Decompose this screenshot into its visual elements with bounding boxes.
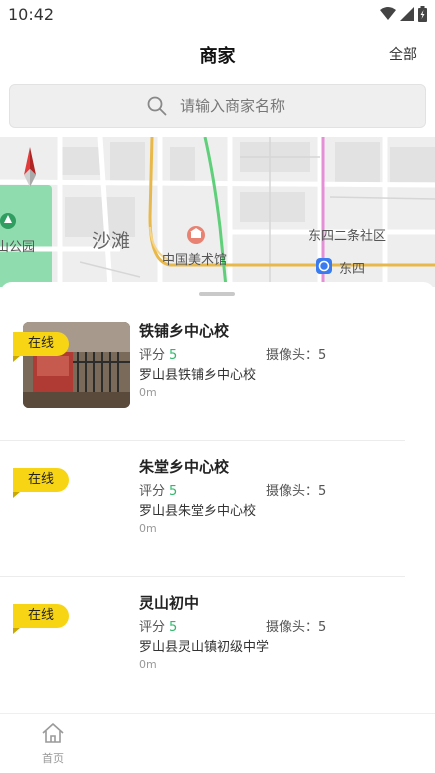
merchant-address: 罗山县灵山镇初级中学 [139,640,270,655]
merchant-address: 罗山县铁铺乡中心校 [139,368,257,383]
nav-item-home[interactable]: 首页 [30,722,76,766]
nav-home-label: 首页 [42,752,64,765]
home-icon [42,723,64,743]
camera-count-value: 5 [318,348,327,363]
camera-label: 摄像头： [266,620,319,635]
search-icon [147,96,167,116]
online-status-badge: 在线 [13,332,69,362]
merchant-address: 罗山县朱堂乡中心校 [139,504,257,519]
merchant-score: 评分 5 [139,344,177,363]
merchant-item[interactable]: 在线 朱堂乡中心校 评分 5 摄像头：5 罗山县朱堂乡中心校 0m [0,418,435,554]
camera-label: 摄像头： [266,484,319,499]
merchant-camera-count: 摄像头：5 [266,344,326,363]
status-icons [380,6,427,22]
battery-icon [418,6,427,22]
merchant-distance: 0m [139,658,157,671]
search-input[interactable] [180,94,410,118]
map-label-community: 东四二条社区 [308,229,387,244]
online-status-badge: 在线 [13,468,69,498]
merchant-camera-count: 摄像头：5 [266,480,326,499]
score-value: 5 [169,484,178,499]
merchant-camera-count: 摄像头：5 [266,616,326,635]
all-filter-button[interactable]: 全部 [389,44,417,64]
wifi-icon [380,7,396,20]
score-value: 5 [169,620,178,635]
status-time: 10:42 [8,5,55,24]
merchant-score: 评分 5 [139,480,177,499]
search-bar[interactable] [9,84,426,128]
merchant-score: 评分 5 [139,616,177,635]
merchant-name: 灵山初中 [139,594,200,612]
score-label: 评分 [139,484,166,499]
merchant-list-sheet[interactable]: 在线 铁铺乡中心校 评分 5 摄像头：5 罗山县铁铺乡中心校 0m 在线 朱堂乡中… [0,282,435,712]
merchant-distance: 0m [139,522,157,535]
score-value: 5 [169,348,178,363]
map-label-shatan: 沙滩 [92,230,131,252]
map-label-museum: 中国美术馆 [162,253,228,268]
bottom-nav: 首页 [0,713,435,773]
signal-icon [400,7,414,21]
merchant-name: 朱堂乡中心校 [139,458,230,476]
merchant-name: 铁铺乡中心校 [139,322,230,340]
merchant-item[interactable]: 在线 灵山初中 评分 5 摄像头：5 罗山县灵山镇初级中学 0m [0,554,435,690]
online-status-badge: 在线 [13,604,69,634]
score-label: 评分 [139,348,166,363]
map-view[interactable]: 山公园 沙滩 中国美术馆 东四二条社区 东四 [0,137,435,287]
map-label-park: 山公园 [0,240,36,255]
merchant-item[interactable]: 在线 铁铺乡中心校 评分 5 摄像头：5 罗山县铁铺乡中心校 0m [0,282,435,418]
camera-count-value: 5 [318,620,327,635]
merchant-distance: 0m [139,386,157,399]
app-header: 商家 全部 [0,30,435,74]
score-label: 评分 [139,620,166,635]
camera-label: 摄像头： [266,348,319,363]
status-bar: 10:42 [0,0,435,30]
page-title: 商家 [199,46,236,67]
camera-count-value: 5 [318,484,327,499]
map-label-dongsi: 东四 [339,262,366,277]
